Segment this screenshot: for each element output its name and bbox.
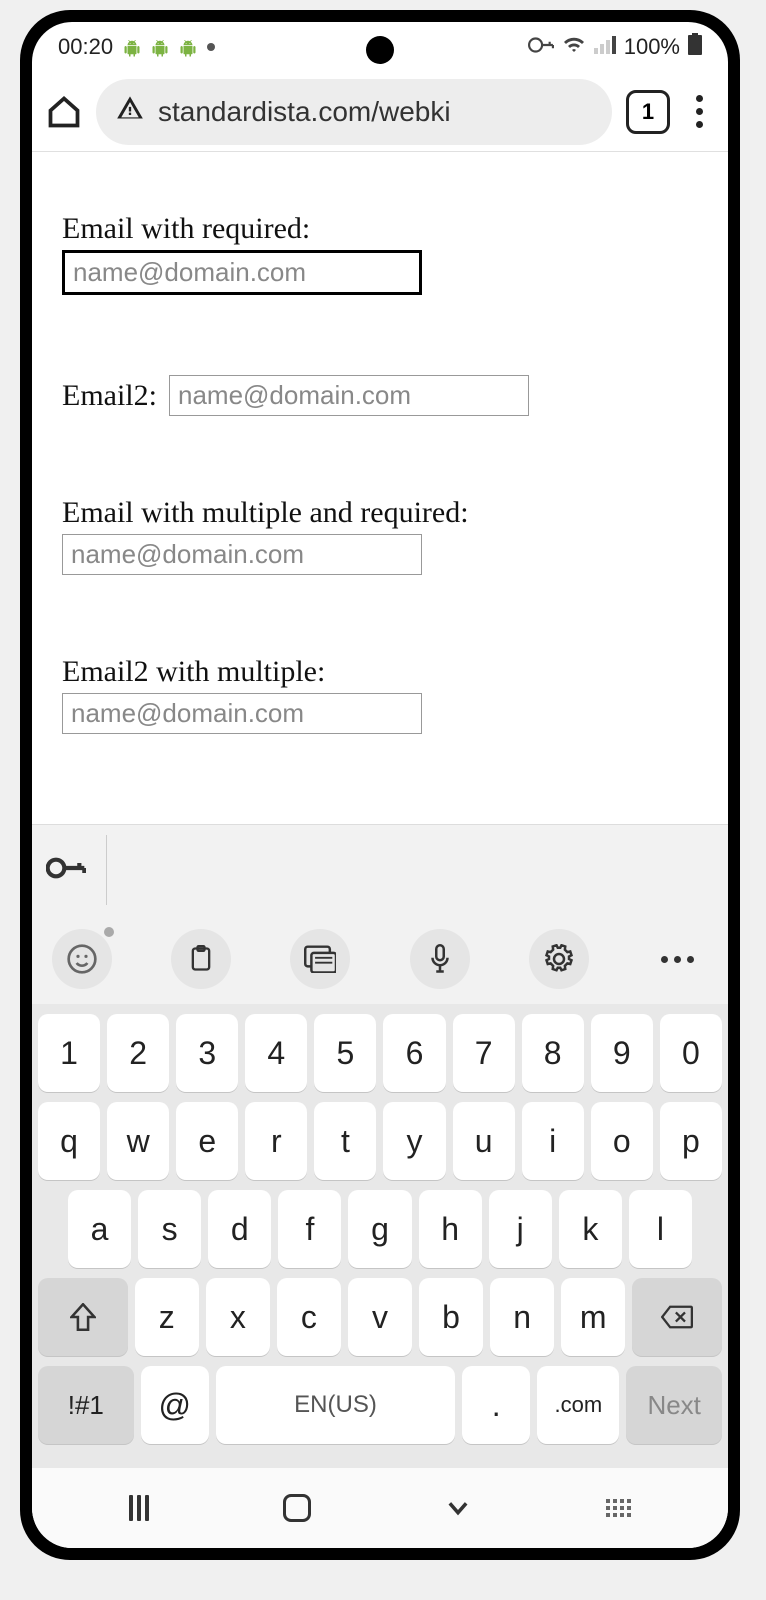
key-r[interactable]: r bbox=[245, 1102, 307, 1180]
key-e[interactable]: e bbox=[176, 1102, 238, 1180]
password-key-icon[interactable] bbox=[46, 850, 86, 889]
emoji-icon[interactable] bbox=[52, 929, 112, 989]
tabs-button[interactable]: 1 bbox=[626, 90, 670, 134]
mic-icon[interactable] bbox=[410, 929, 470, 989]
key-g[interactable]: g bbox=[348, 1190, 411, 1268]
screen: 00:20 bbox=[32, 22, 728, 1548]
android-icon bbox=[151, 38, 169, 56]
nav-back-icon[interactable] bbox=[444, 1494, 472, 1522]
key-7[interactable]: 7 bbox=[453, 1014, 515, 1092]
key-3[interactable]: 3 bbox=[176, 1014, 238, 1092]
email2-multiple-label: Email2 with multiple: bbox=[62, 655, 698, 689]
key-x[interactable]: x bbox=[206, 1278, 270, 1356]
key-4[interactable]: 4 bbox=[245, 1014, 307, 1092]
dotcom-key[interactable]: .com bbox=[537, 1366, 619, 1444]
key-5[interactable]: 5 bbox=[314, 1014, 376, 1092]
symbols-key[interactable]: !#1 bbox=[38, 1366, 134, 1444]
nav-recent-icon[interactable] bbox=[129, 1495, 149, 1521]
url-bar[interactable]: standardista.com/webki bbox=[96, 79, 612, 145]
home-icon[interactable] bbox=[46, 94, 82, 130]
nav-keyboard-icon[interactable] bbox=[606, 1499, 631, 1517]
url-text: standardista.com/webki bbox=[158, 96, 451, 128]
device-frame: 00:20 bbox=[20, 10, 740, 1560]
key-c[interactable]: c bbox=[277, 1278, 341, 1356]
key-8[interactable]: 8 bbox=[522, 1014, 584, 1092]
key-2[interactable]: 2 bbox=[107, 1014, 169, 1092]
key-n[interactable]: n bbox=[490, 1278, 554, 1356]
key-v[interactable]: v bbox=[348, 1278, 412, 1356]
key-q[interactable]: q bbox=[38, 1102, 100, 1180]
kbd-row-1: qwertyuiop bbox=[38, 1102, 722, 1180]
keyboard-toolbar bbox=[32, 914, 728, 1004]
period-key[interactable]: . bbox=[462, 1366, 530, 1444]
email2-label: Email2: bbox=[62, 379, 157, 413]
android-icon bbox=[123, 38, 141, 56]
key-t[interactable]: t bbox=[314, 1102, 376, 1180]
key-p[interactable]: p bbox=[660, 1102, 722, 1180]
key-6[interactable]: 6 bbox=[383, 1014, 445, 1092]
tabs-count: 1 bbox=[642, 99, 654, 125]
at-key[interactable]: @ bbox=[141, 1366, 209, 1444]
nav-home-icon[interactable] bbox=[283, 1494, 311, 1522]
key-o[interactable]: o bbox=[591, 1102, 653, 1180]
key-z[interactable]: z bbox=[135, 1278, 199, 1356]
backspace-key[interactable] bbox=[632, 1278, 722, 1356]
key-b[interactable]: b bbox=[419, 1278, 483, 1356]
gear-icon[interactable] bbox=[529, 929, 589, 989]
kbd-row-2: asdfghjkl bbox=[38, 1190, 722, 1268]
key-k[interactable]: k bbox=[559, 1190, 622, 1268]
signal-icon bbox=[594, 34, 616, 60]
email-multiple-required-input[interactable] bbox=[62, 534, 422, 575]
vpn-key-icon bbox=[528, 34, 554, 60]
camera-notch bbox=[366, 36, 394, 64]
key-m[interactable]: m bbox=[561, 1278, 625, 1356]
page-content[interactable]: Email with required: Email2: Email with … bbox=[32, 152, 728, 824]
key-0[interactable]: 0 bbox=[660, 1014, 722, 1092]
next-key[interactable]: Next bbox=[626, 1366, 722, 1444]
space-key[interactable]: EN(US) bbox=[216, 1366, 455, 1444]
email-required-label: Email with required: bbox=[62, 212, 698, 246]
email2-input[interactable] bbox=[169, 375, 529, 416]
shift-key[interactable] bbox=[38, 1278, 128, 1356]
key-u[interactable]: u bbox=[453, 1102, 515, 1180]
key-d[interactable]: d bbox=[208, 1190, 271, 1268]
email2-multiple-input[interactable] bbox=[62, 693, 422, 734]
email-required-input[interactable] bbox=[62, 250, 422, 295]
battery-text: 100% bbox=[624, 34, 680, 60]
key-l[interactable]: l bbox=[629, 1190, 692, 1268]
browser-bar: standardista.com/webki 1 bbox=[32, 72, 728, 152]
keyboard-settings-icon[interactable] bbox=[290, 929, 350, 989]
more-icon[interactable] bbox=[648, 929, 708, 989]
warning-icon bbox=[116, 94, 144, 129]
status-dot-icon bbox=[207, 43, 215, 51]
wifi-icon bbox=[562, 34, 586, 60]
suggestion-strip bbox=[32, 824, 728, 914]
key-i[interactable]: i bbox=[522, 1102, 584, 1180]
key-w[interactable]: w bbox=[107, 1102, 169, 1180]
suggestion-divider bbox=[106, 835, 107, 905]
key-f[interactable]: f bbox=[278, 1190, 341, 1268]
key-1[interactable]: 1 bbox=[38, 1014, 100, 1092]
key-j[interactable]: j bbox=[489, 1190, 552, 1268]
android-icon bbox=[179, 38, 197, 56]
kbd-row-3: zxcvbnm bbox=[38, 1278, 722, 1356]
key-9[interactable]: 9 bbox=[591, 1014, 653, 1092]
key-s[interactable]: s bbox=[138, 1190, 201, 1268]
kbd-row-4: !#1 @ EN(US) . .com Next bbox=[38, 1366, 722, 1444]
email-multiple-required-label: Email with multiple and required: bbox=[62, 496, 698, 530]
kbd-row-numbers: 1234567890 bbox=[38, 1014, 722, 1092]
key-a[interactable]: a bbox=[68, 1190, 131, 1268]
battery-icon bbox=[688, 33, 702, 61]
status-time: 00:20 bbox=[58, 34, 113, 60]
keyboard: 1234567890 qwertyuiop asdfghjkl zxcvbnm … bbox=[32, 1004, 728, 1468]
key-h[interactable]: h bbox=[419, 1190, 482, 1268]
menu-icon[interactable] bbox=[684, 95, 714, 128]
clipboard-icon[interactable] bbox=[171, 929, 231, 989]
nav-bar bbox=[32, 1468, 728, 1548]
key-y[interactable]: y bbox=[383, 1102, 445, 1180]
